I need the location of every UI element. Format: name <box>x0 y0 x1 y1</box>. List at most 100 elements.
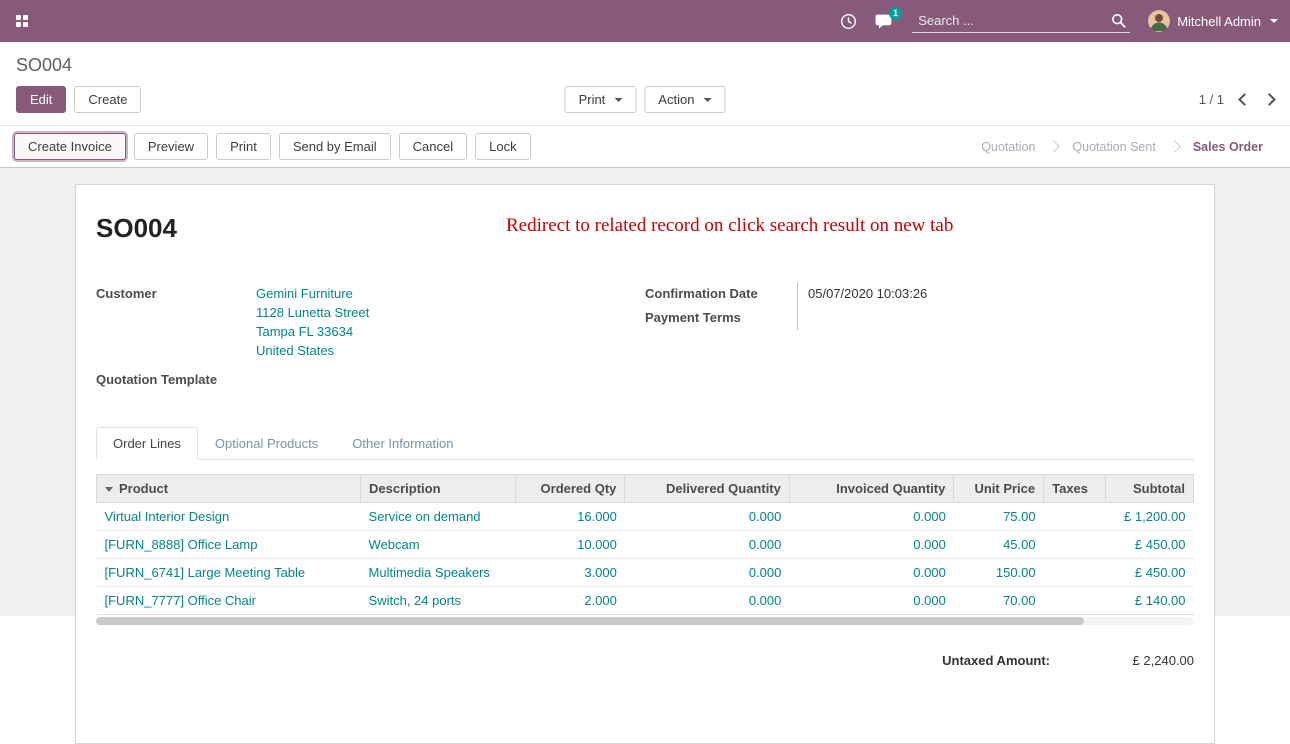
pager-value: 1 / 1 <box>1199 92 1224 107</box>
column-header-invoiced-quantity[interactable]: Invoiced Quantity <box>789 475 953 503</box>
untaxed-amount-value: £ 2,240.00 <box>1084 653 1194 668</box>
quotation-template-label: Quotation Template <box>96 370 256 389</box>
cell-subtotal: £ 1,200.00 <box>1106 503 1194 531</box>
content-area: SO004 Redirect to related record on clic… <box>0 168 1290 616</box>
cell-product[interactable]: [FURN_8888] Office Lamp <box>97 531 361 559</box>
pager: 1 / 1 <box>1199 92 1274 107</box>
cell-invoiced-qty: 0.000 <box>789 503 953 531</box>
table-row[interactable]: Virtual Interior Design Service on deman… <box>97 503 1194 531</box>
payment-terms-value <box>808 306 1194 330</box>
action-dropdown-label: Action <box>658 92 694 107</box>
statusbar: Create Invoice Preview Print Send by Ema… <box>0 125 1290 168</box>
customer-address-line: United States <box>256 341 369 360</box>
confirmation-date-label: Confirmation Date <box>645 282 797 306</box>
confirmation-date-value: 05/07/2020 10:03:26 <box>808 282 1194 306</box>
cell-invoiced-qty: 0.000 <box>789 587 953 615</box>
tab-optional-products[interactable]: Optional Products <box>198 427 335 460</box>
table-row[interactable]: [FURN_6741] Large Meeting Table Multimed… <box>97 559 1194 587</box>
payment-terms-label: Payment Terms <box>645 306 797 330</box>
cell-product[interactable]: [FURN_7777] Office Chair <box>97 587 361 615</box>
create-invoice-button[interactable]: Create Invoice <box>14 133 126 160</box>
top-navbar: 1 Mitchell Admin <box>0 0 1290 42</box>
column-header-product[interactable]: Product <box>97 475 361 503</box>
global-search <box>912 9 1130 33</box>
column-header-subtotal[interactable]: Subtotal <box>1106 475 1194 503</box>
messages-badge: 1 <box>889 7 902 20</box>
control-panel: Edit Create Print Action 1 / 1 <box>0 78 1290 125</box>
column-header-unit-price[interactable]: Unit Price <box>954 475 1044 503</box>
user-menu[interactable]: Mitchell Admin <box>1148 10 1278 32</box>
cell-subtotal: £ 450.00 <box>1106 559 1194 587</box>
cell-unit-price: 75.00 <box>954 503 1044 531</box>
avatar <box>1148 10 1170 32</box>
status-step-quotation[interactable]: Quotation <box>968 137 1048 157</box>
cell-unit-price: 70.00 <box>954 587 1044 615</box>
table-header-row: Product Description Ordered Qty Delivere… <box>97 475 1194 503</box>
annotation-text: Redirect to related record on click sear… <box>506 215 953 237</box>
sort-caret-icon <box>105 487 113 492</box>
table-row[interactable]: [FURN_7777] Office Chair Switch, 24 port… <box>97 587 1194 615</box>
cell-product[interactable]: [FURN_6741] Large Meeting Table <box>97 559 361 587</box>
column-header-description[interactable]: Description <box>361 475 516 503</box>
cell-ordered-qty: 2.000 <box>515 587 625 615</box>
cell-ordered-qty: 10.000 <box>515 531 625 559</box>
form-sheet: SO004 Redirect to related record on clic… <box>75 184 1215 744</box>
column-header-delivered-quantity[interactable]: Delivered Quantity <box>625 475 789 503</box>
status-step-sales-order[interactable]: Sales Order <box>1180 137 1276 157</box>
activity-clock-icon[interactable] <box>840 13 857 30</box>
column-header-ordered-qty[interactable]: Ordered Qty <box>515 475 625 503</box>
breadcrumb: SO004 <box>16 55 72 75</box>
pager-next-icon[interactable] <box>1263 93 1276 106</box>
scrollbar-thumb[interactable] <box>96 617 1084 625</box>
cell-invoiced-qty: 0.000 <box>789 531 953 559</box>
cell-ordered-qty: 3.000 <box>515 559 625 587</box>
customer-address-line: Tampa FL 33634 <box>256 322 369 341</box>
notebook-tabs: Order Lines Optional Products Other Info… <box>96 427 1194 460</box>
order-lines-table: Product Description Ordered Qty Delivere… <box>96 474 1194 615</box>
cell-delivered-qty: 0.000 <box>625 559 789 587</box>
pager-previous-icon[interactable] <box>1238 93 1251 106</box>
create-button[interactable]: Create <box>74 86 141 113</box>
cell-ordered-qty: 16.000 <box>515 503 625 531</box>
cell-delivered-qty: 0.000 <box>625 587 789 615</box>
print-button[interactable]: Print <box>216 133 271 160</box>
chevron-right-icon <box>1048 140 1061 153</box>
preview-button[interactable]: Preview <box>134 133 208 160</box>
lock-button[interactable]: Lock <box>475 133 530 160</box>
chevron-right-icon <box>1168 140 1181 153</box>
tab-order-lines[interactable]: Order Lines <box>96 427 198 460</box>
untaxed-amount-label: Untaxed Amount: <box>942 653 1050 668</box>
tab-other-information[interactable]: Other Information <box>335 427 470 460</box>
cell-subtotal: £ 140.00 <box>1106 587 1194 615</box>
apps-menu-icon[interactable] <box>12 11 32 31</box>
search-input[interactable] <box>916 12 1105 29</box>
cell-unit-price: 150.00 <box>954 559 1044 587</box>
cell-unit-price: 45.00 <box>954 531 1044 559</box>
form-fields-group: Customer Gemini Furniture 1128 Lunetta S… <box>96 282 1194 391</box>
action-dropdown-button[interactable]: Action <box>644 86 725 113</box>
table-row[interactable]: [FURN_8888] Office Lamp Webcam 10.000 0.… <box>97 531 1194 559</box>
cell-product[interactable]: Virtual Interior Design <box>97 503 361 531</box>
edit-button[interactable]: Edit <box>16 86 66 113</box>
messages-icon[interactable]: 1 <box>875 13 894 30</box>
status-step-quotation-sent[interactable]: Quotation Sent <box>1059 137 1168 157</box>
totals-row: Untaxed Amount: £ 2,240.00 <box>96 653 1194 668</box>
cell-taxes <box>1044 503 1106 531</box>
customer-link[interactable]: Gemini Furniture <box>256 284 369 303</box>
cell-subtotal: £ 450.00 <box>1106 531 1194 559</box>
cancel-button[interactable]: Cancel <box>399 133 467 160</box>
chevron-down-icon <box>1270 19 1278 23</box>
send-by-email-button[interactable]: Send by Email <box>279 133 391 160</box>
search-icon[interactable] <box>1111 13 1126 28</box>
print-dropdown-button[interactable]: Print <box>565 86 637 113</box>
field-values-column: 05/07/2020 10:03:26 <box>797 282 1194 330</box>
table-horizontal-scrollbar <box>96 617 1194 625</box>
status-steps: Quotation Quotation Sent Sales Order <box>968 137 1276 157</box>
user-name: Mitchell Admin <box>1177 14 1261 29</box>
cell-taxes <box>1044 559 1106 587</box>
cell-delivered-qty: 0.000 <box>625 503 789 531</box>
cell-taxes <box>1044 587 1106 615</box>
print-dropdown-label: Print <box>579 92 606 107</box>
cell-description: Service on demand <box>361 503 516 531</box>
column-header-taxes[interactable]: Taxes <box>1044 475 1106 503</box>
